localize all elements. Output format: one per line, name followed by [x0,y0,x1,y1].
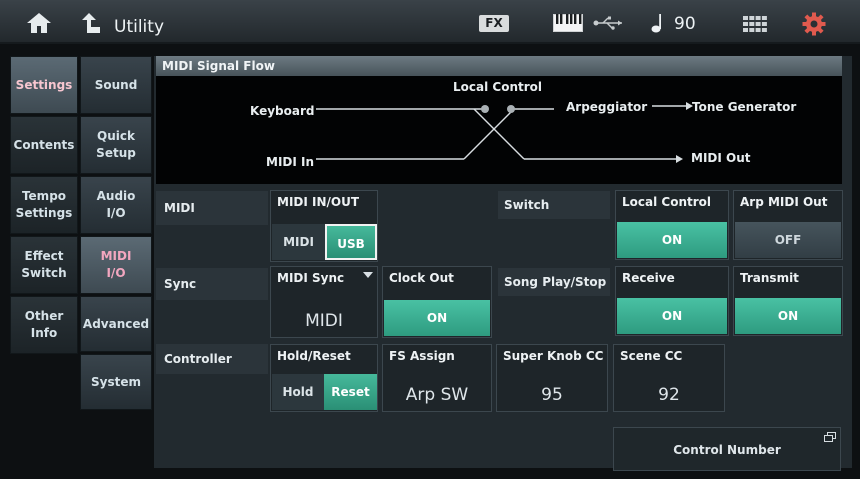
tab-audio-io[interactable]: Audio I/O [80,176,152,234]
clock-out-title: Clock Out [389,271,454,285]
tab-quick-setup[interactable]: Quick Setup [80,116,152,174]
tab-settings[interactable]: Settings [10,56,78,114]
scene-cc-value: 92 [658,385,680,405]
midi-in-out-title: MIDI IN/OUT [277,195,360,209]
tab-effect-switch[interactable]: Effect Switch [10,236,78,294]
tab-contents[interactable]: Contents [10,116,78,174]
receive-switch: Receive ON [615,266,729,336]
flow-label-arpeggiator: Arpeggiator [566,100,648,114]
tab-advanced[interactable]: Advanced [80,296,152,352]
midi-option-button[interactable]: MIDI [272,224,325,260]
tab-tempo-settings[interactable]: Tempo Settings [10,176,78,234]
tab-other-info[interactable]: Other Info [10,296,78,354]
keyboard-icon [553,14,583,32]
arp-midi-out-toggle[interactable]: OFF [735,222,841,258]
gear-icon[interactable] [802,12,826,36]
local-control-title: Local Control [622,195,711,209]
scene-cc-field[interactable]: Scene CC 92 [613,344,725,412]
transmit-toggle[interactable]: ON [735,298,841,334]
transmit-title: Transmit [740,271,799,285]
grid-view-icon[interactable] [743,16,767,32]
flow-label-midi-in: MIDI In [266,155,315,169]
row-label-song-play-stop: Song Play/Stop [498,268,610,296]
hold-reset-title: Hold/Reset [277,349,351,363]
flow-label-tone-generator: Tone Generator [692,100,797,114]
fs-assign-value: Arp SW [405,385,469,405]
signal-flow-title: MIDI Signal Flow [156,56,842,76]
hold-option-button[interactable]: Hold [272,374,324,410]
local-control-switch: Local Control ON [615,190,729,260]
midi-in-out-selector: MIDI IN/OUT MIDI USB [270,190,378,262]
row-label-switch: Switch [498,191,610,219]
super-knob-cc-value: 95 [541,385,563,405]
arp-midi-out-title: Arp MIDI Out [740,195,828,209]
home-icon[interactable] [26,12,52,34]
receive-title: Receive [622,271,675,285]
tab-system[interactable]: System [80,354,152,410]
super-knob-cc-field[interactable]: Super Knob CC 95 [496,344,608,412]
tempo-value[interactable]: 90 [674,14,696,34]
fx-button[interactable]: FX [479,15,509,32]
usb-option-button[interactable]: USB [325,224,377,260]
control-number-label: Control Number [673,443,781,457]
receive-toggle[interactable]: ON [617,298,727,334]
flow-label-midi-out: MIDI Out [691,151,751,165]
title-bar: Utility FX 90 [0,0,860,44]
quarter-note-icon [651,14,661,33]
popup-window-icon [824,432,836,442]
back-up-arrow-icon[interactable] [80,12,102,34]
clock-out-switch: Clock Out ON [382,266,492,338]
hold-reset-selector: Hold/Reset Hold Reset [270,344,378,412]
row-label-midi: MIDI [156,191,268,225]
local-control-toggle[interactable]: ON [617,222,727,258]
clock-out-toggle[interactable]: ON [384,300,490,336]
fs-assign-field[interactable]: FS Assign Arp SW [382,344,492,412]
reset-option-button[interactable]: Reset [324,374,377,410]
midi-sync-value: MIDI [305,311,343,331]
page-title: Utility [114,17,165,37]
tab-midi-io[interactable]: MIDI I/O [80,236,152,294]
arp-midi-out-switch: Arp MIDI Out OFF [733,190,843,260]
row-label-sync: Sync [156,268,268,300]
control-number-button[interactable]: Control Number [613,427,841,471]
flow-label-local-control: Local Control [453,80,542,94]
flow-label-keyboard: Keyboard [250,104,315,118]
fs-assign-title: FS Assign [389,349,455,363]
midi-sync-title: MIDI Sync [277,271,345,285]
tab-sound[interactable]: Sound [80,56,152,114]
midi-sync-dropdown[interactable]: MIDI Sync MIDI [270,266,378,338]
super-knob-cc-title: Super Knob CC [503,349,604,363]
scene-cc-title: Scene CC [620,349,683,363]
transmit-switch: Transmit ON [733,266,843,336]
dropdown-arrow-icon [363,272,373,278]
usb-icon [593,16,622,30]
row-label-controller: Controller [156,344,268,374]
